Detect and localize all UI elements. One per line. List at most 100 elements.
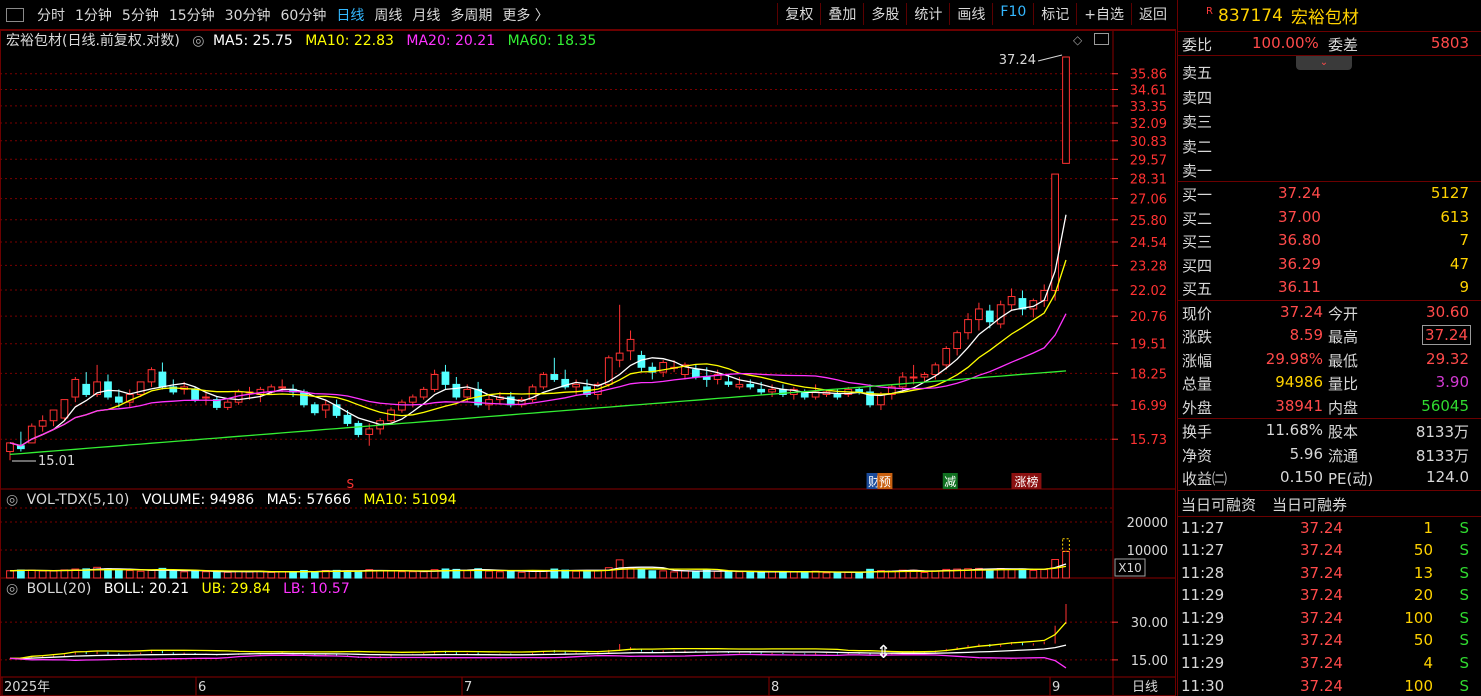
tool-button[interactable]: F10: [992, 3, 1033, 25]
tick-price: 37.24: [1300, 654, 1343, 673]
buy-level-volume: 5127: [1430, 184, 1469, 202]
period-tab[interactable]: 15分钟: [164, 5, 220, 25]
candle-body: [419, 388, 428, 398]
volume-bar: [191, 570, 199, 579]
volume-bar: [746, 571, 755, 579]
period-tab[interactable]: 周线: [369, 5, 407, 25]
buy-level-row[interactable]: 买一 37.24 5127: [1178, 182, 1481, 206]
period-tab[interactable]: 1分钟: [70, 5, 117, 25]
tool-button[interactable]: 统计: [906, 3, 949, 25]
sell-level-row[interactable]: 卖三: [1178, 109, 1481, 133]
period-tab[interactable]: 月线: [407, 5, 445, 25]
ma5-line: [9, 214, 1067, 447]
candle-body: [768, 388, 776, 393]
candle-body: [920, 374, 929, 378]
period-tab[interactable]: 日线: [331, 5, 369, 25]
candle-body: [398, 401, 406, 411]
candle-body: [365, 428, 374, 435]
stat-row: 现价 37.24 今开 30.60: [1178, 301, 1481, 325]
tick-side: S: [1459, 541, 1469, 560]
diamond-icon[interactable]: ◇: [1073, 33, 1082, 47]
volume-bar: [691, 570, 700, 579]
period-tab[interactable]: 5分钟: [117, 5, 164, 25]
event-marker-yu: 预: [879, 475, 891, 489]
candle-body: [408, 396, 417, 403]
panel-toggle-icon[interactable]: [1094, 33, 1109, 45]
kline-chart-area[interactable]: 35.86 34.61 33.35 32.09 30.83 29.57 28.31 27.06…: [0, 30, 1176, 696]
legend-toggle-icon[interactable]: ◎: [192, 33, 204, 49]
tick-time: 11:28: [1181, 563, 1225, 582]
candle-body: [310, 404, 319, 414]
tool-button[interactable]: +自选: [1076, 3, 1131, 25]
buy-level-row[interactable]: 买五 36.11 9: [1178, 276, 1481, 300]
tick-time: 11:29: [1181, 631, 1225, 650]
candle-body: [855, 388, 864, 393]
period-tab[interactable]: 分时: [32, 5, 70, 25]
sell-level-row[interactable]: 卖四: [1178, 85, 1481, 109]
vol-ma10: MA10: 51094: [363, 492, 457, 508]
volume-bar: [245, 571, 254, 579]
candle-body: [942, 348, 951, 366]
legend-toggle-icon[interactable]: ◎: [6, 492, 18, 508]
ub-value: UB: 29.84: [201, 581, 271, 597]
period-toolbar: 分时 1分钟 5分钟 15分钟 30分钟 60分钟 日线 周线 月线 多周期 更多 〉 复权 叠加 多股…: [0, 0, 1176, 30]
candle-body: [975, 308, 983, 321]
sell-level-row[interactable]: 卖二: [1178, 134, 1481, 158]
tick-time: 11:29: [1181, 608, 1225, 627]
price-tick-label: 19.51: [1130, 338, 1167, 353]
volume-bar: [659, 570, 668, 579]
tool-button[interactable]: 标记: [1033, 3, 1076, 25]
ma10-line: [9, 259, 1067, 447]
buy-level-row[interactable]: 买四 36.29 47: [1178, 253, 1481, 277]
period-tab[interactable]: 30分钟: [220, 5, 276, 25]
sell-level-row[interactable]: 卖五: [1178, 60, 1481, 84]
layout-toggle-icon[interactable]: [6, 7, 24, 22]
period-tab[interactable]: 60分钟: [276, 5, 332, 25]
weibi-row: 委比 100.00% 委差 5803: [1178, 32, 1481, 56]
volume-bar: [17, 569, 25, 579]
tick-volume: 50: [1413, 631, 1433, 650]
period-tab[interactable]: 更多 〉: [497, 5, 553, 25]
volume-bar: [735, 571, 744, 579]
candle-body: [300, 391, 308, 406]
tab-margin-lending[interactable]: 当日可融券: [1272, 494, 1347, 515]
legend-toggle-icon[interactable]: ◎: [6, 581, 18, 597]
candle-body: [1051, 173, 1059, 291]
period-tab[interactable]: 多周期: [445, 5, 497, 25]
tool-button[interactable]: 画线: [949, 3, 992, 25]
stat-label: 换手: [1182, 423, 1213, 441]
stat-value: 124.0: [1426, 468, 1469, 486]
high-price-label: 37.24: [999, 53, 1036, 68]
volume-bar: [419, 571, 428, 579]
boll-pane-legend: ◎ BOLL(20) BOLL: 20.21 UB: 29.84 LB: 10.…: [6, 581, 358, 597]
volume-bar: [202, 571, 210, 579]
tick-list[interactable]: 11:27 37.24 1 S 11:27 37.24 50 S 11:28 37.24 13 S 11…: [1178, 517, 1481, 696]
buy-level-row[interactable]: 买二 37.00 613: [1178, 206, 1481, 230]
tick-price: 37.24: [1300, 676, 1343, 695]
buy-level-volume: 613: [1440, 207, 1469, 226]
tool-button[interactable]: 叠加: [820, 3, 863, 25]
price-tick-label: 16.99: [1130, 399, 1167, 414]
sell-orderbook: ⌄ 卖五 卖四 卖三 卖二 卖一: [1178, 56, 1481, 182]
boll-lower-line: [9, 653, 1067, 669]
candle-body: [615, 352, 624, 361]
sell-level-row[interactable]: 卖一: [1178, 158, 1481, 182]
volume-bar: [180, 571, 189, 579]
buy-level-price: 36.29: [1278, 254, 1321, 273]
fundamental-stats: 换手 11.68% 股本 8133万 净资 5.96 流通 8133万 收益㈡ 0.150 PE(动…: [1178, 419, 1481, 491]
tick-price: 37.24: [1300, 563, 1343, 582]
tick-row: 11:29 37.24 50 S: [1178, 629, 1481, 652]
stat-label: 最高: [1328, 328, 1359, 346]
event-marker-jian: 减: [944, 475, 956, 489]
tab-margin-financing[interactable]: 当日可融资: [1181, 494, 1256, 515]
stat-value: 8.59: [1289, 326, 1323, 344]
ma20-legend: MA20: 20.21: [406, 33, 496, 49]
tool-button[interactable]: 返回: [1131, 3, 1174, 25]
low-price-label: 15.01: [38, 454, 75, 469]
tool-button[interactable]: 多股: [863, 3, 906, 25]
main-pane-legend: 宏裕包材(日线.前复权.对数) ◎ MA5: 25.75 MA10: 22.83…: [6, 30, 604, 50]
stat-row: 换手 11.68% 股本 8133万: [1178, 419, 1481, 443]
buy-level-row[interactable]: 买三 36.80 7: [1178, 229, 1481, 253]
tool-button[interactable]: 复权: [777, 3, 820, 25]
candle-body: [757, 388, 766, 393]
